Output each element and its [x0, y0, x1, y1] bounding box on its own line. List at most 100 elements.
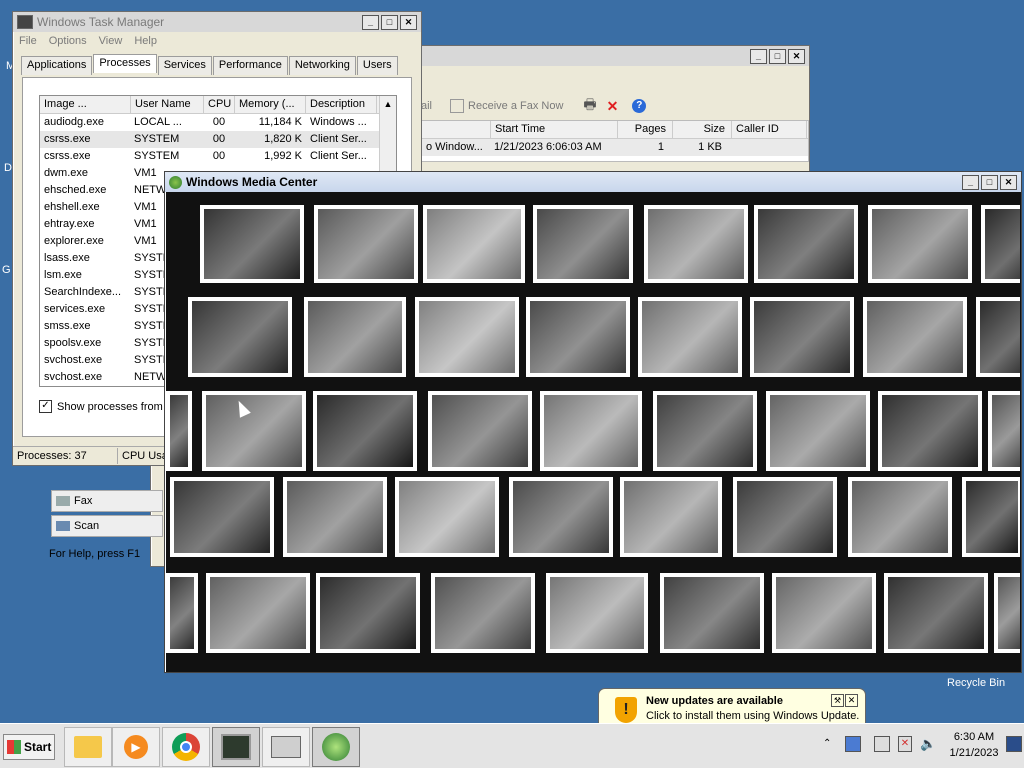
column-pages[interactable]: Pages — [618, 121, 673, 138]
menu-file[interactable]: File — [19, 35, 37, 47]
photo-thumbnail[interactable] — [304, 297, 406, 377]
column-cpu[interactable]: CPU — [204, 96, 235, 113]
power-warning-icon[interactable]: ✕ — [898, 736, 912, 752]
photo-thumbnail[interactable] — [976, 297, 1020, 377]
nav-item-scan[interactable]: Scan — [51, 515, 163, 537]
photo-thumbnail[interactable] — [540, 391, 642, 471]
photo-thumbnail[interactable] — [431, 573, 535, 653]
maximize-button[interactable]: □ — [769, 48, 786, 64]
photo-thumbnail[interactable] — [988, 391, 1020, 471]
task-manager-titlebar[interactable]: Windows Task Manager _ □ ✕ — [13, 12, 421, 32]
photo-thumbnail[interactable] — [509, 477, 613, 557]
volume-icon[interactable]: 🔈 — [920, 736, 936, 752]
delete-icon[interactable]: ✕ — [607, 98, 619, 115]
minimize-button[interactable]: _ — [750, 48, 767, 64]
close-button[interactable]: ✕ — [1000, 174, 1017, 190]
photo-thumbnail[interactable] — [750, 297, 854, 377]
photo-thumbnail[interactable] — [884, 573, 988, 653]
column-user[interactable]: User Name — [131, 96, 204, 113]
photo-thumbnail[interactable] — [202, 391, 306, 471]
column-start-time[interactable]: Start Time — [491, 121, 618, 138]
photo-thumbnail[interactable] — [754, 205, 858, 283]
maximize-button[interactable]: □ — [981, 174, 998, 190]
close-button[interactable]: ✕ — [400, 14, 417, 30]
options-wrench-icon[interactable]: ⚒ — [831, 694, 844, 707]
photo-thumbnail[interactable] — [316, 573, 420, 653]
maximize-button[interactable]: □ — [381, 14, 398, 30]
taskbar-task-manager[interactable] — [212, 727, 260, 767]
media-center-window[interactable]: Windows Media Center _ □ ✕ — [164, 171, 1022, 673]
photo-thumbnail[interactable] — [962, 477, 1020, 557]
tab-applications[interactable]: Applications — [21, 56, 93, 75]
photo-thumbnail[interactable] — [395, 477, 499, 557]
menu-help[interactable]: Help — [134, 35, 157, 47]
minimize-button[interactable]: _ — [962, 174, 979, 190]
column-image[interactable]: Image ... — [40, 96, 131, 113]
tab-users[interactable]: Users — [356, 56, 398, 75]
photo-thumbnail[interactable] — [733, 477, 837, 557]
notification-close-icon[interactable]: ✕ — [845, 694, 858, 707]
photo-thumbnail[interactable] — [314, 205, 418, 283]
photo-thumbnail[interactable] — [166, 573, 198, 653]
taskbar-chrome[interactable] — [162, 727, 210, 767]
photo-thumbnail[interactable] — [653, 391, 757, 471]
tab-services[interactable]: Services — [157, 56, 212, 75]
receive-fax-button[interactable]: Receive a Fax Now — [468, 100, 563, 112]
photo-thumbnail[interactable] — [644, 205, 748, 283]
photo-thumbnail[interactable] — [660, 573, 764, 653]
recycle-bin-label[interactable]: Recycle Bin — [947, 677, 1005, 689]
print-icon[interactable]: 🖶 — [583, 94, 596, 118]
taskbar-media-center[interactable] — [312, 727, 360, 767]
show-hidden-icons[interactable]: ⌃ — [823, 738, 831, 749]
column-description[interactable]: Description — [306, 96, 377, 113]
nav-item-fax[interactable]: Fax — [51, 490, 163, 512]
photo-thumbnail[interactable] — [313, 391, 417, 471]
help-icon[interactable]: ? — [632, 99, 647, 113]
photo-thumbnail[interactable] — [994, 573, 1020, 653]
taskbar-fax[interactable] — [262, 727, 310, 767]
media-center-titlebar[interactable]: Windows Media Center _ □ ✕ — [165, 172, 1021, 192]
show-all-checkbox[interactable]: ✓ — [39, 400, 52, 413]
fax-list[interactable]: Start Time Pages Size Caller ID o Window… — [421, 120, 809, 162]
photo-thumbnail[interactable] — [620, 477, 722, 557]
photo-thumbnail[interactable] — [533, 205, 633, 283]
menu-view[interactable]: View — [99, 35, 123, 47]
start-button[interactable]: Start — [3, 734, 55, 760]
photo-thumbnail[interactable] — [526, 297, 630, 377]
table-row[interactable]: csrss.exe SYSTEM 00 1,992 K Client Ser... — [40, 148, 396, 165]
minimize-button[interactable]: _ — [362, 14, 379, 30]
photo-thumbnail[interactable] — [428, 391, 532, 471]
scroll-up-arrow-icon[interactable]: ▲ — [380, 96, 396, 112]
photo-thumbnail[interactable] — [878, 391, 982, 471]
clock[interactable]: 6:30 AM 1/21/2023 — [946, 729, 1002, 761]
photo-thumbnail[interactable] — [200, 205, 304, 283]
column-size[interactable]: Size — [673, 121, 732, 138]
taskbar-explorer[interactable] — [64, 727, 112, 767]
photo-thumbnail[interactable] — [166, 391, 192, 471]
photo-thumbnail[interactable] — [423, 205, 525, 283]
table-row[interactable]: o Window... 1/21/2023 6:06:03 AM 1 1 KB — [422, 139, 808, 156]
tab-processes[interactable]: Processes — [93, 54, 157, 73]
menu-options[interactable]: Options — [49, 35, 87, 47]
tab-performance[interactable]: Performance — [212, 56, 288, 75]
photo-thumbnail[interactable] — [188, 297, 292, 377]
network-icon[interactable] — [874, 736, 890, 752]
table-row[interactable]: csrss.exe SYSTEM 00 1,820 K Client Ser... — [40, 131, 396, 148]
action-center-icon[interactable] — [845, 736, 861, 752]
photo-thumbnail[interactable] — [170, 477, 274, 557]
photo-thumbnail[interactable] — [868, 205, 972, 283]
photo-thumbnail[interactable] — [546, 573, 648, 653]
table-row[interactable]: audiodg.exe LOCAL ... 00 11,184 K Windows ..… — [40, 114, 396, 131]
toolbar-mail-label[interactable]: ail — [421, 100, 432, 112]
photo-thumbnail[interactable] — [772, 573, 876, 653]
show-all-processes[interactable]: ✓ Show processes from a — [39, 400, 172, 413]
show-desktop-button[interactable] — [1006, 736, 1022, 752]
photo-thumbnail[interactable] — [848, 477, 952, 557]
column-memory[interactable]: Memory (... — [235, 96, 306, 113]
close-button[interactable]: ✕ — [788, 48, 805, 64]
photo-thumbnail[interactable] — [766, 391, 870, 471]
photo-thumbnail[interactable] — [206, 573, 310, 653]
photo-thumbnail[interactable] — [863, 297, 967, 377]
column-caller-id[interactable]: Caller ID — [732, 121, 807, 138]
photo-thumbnail[interactable] — [638, 297, 742, 377]
